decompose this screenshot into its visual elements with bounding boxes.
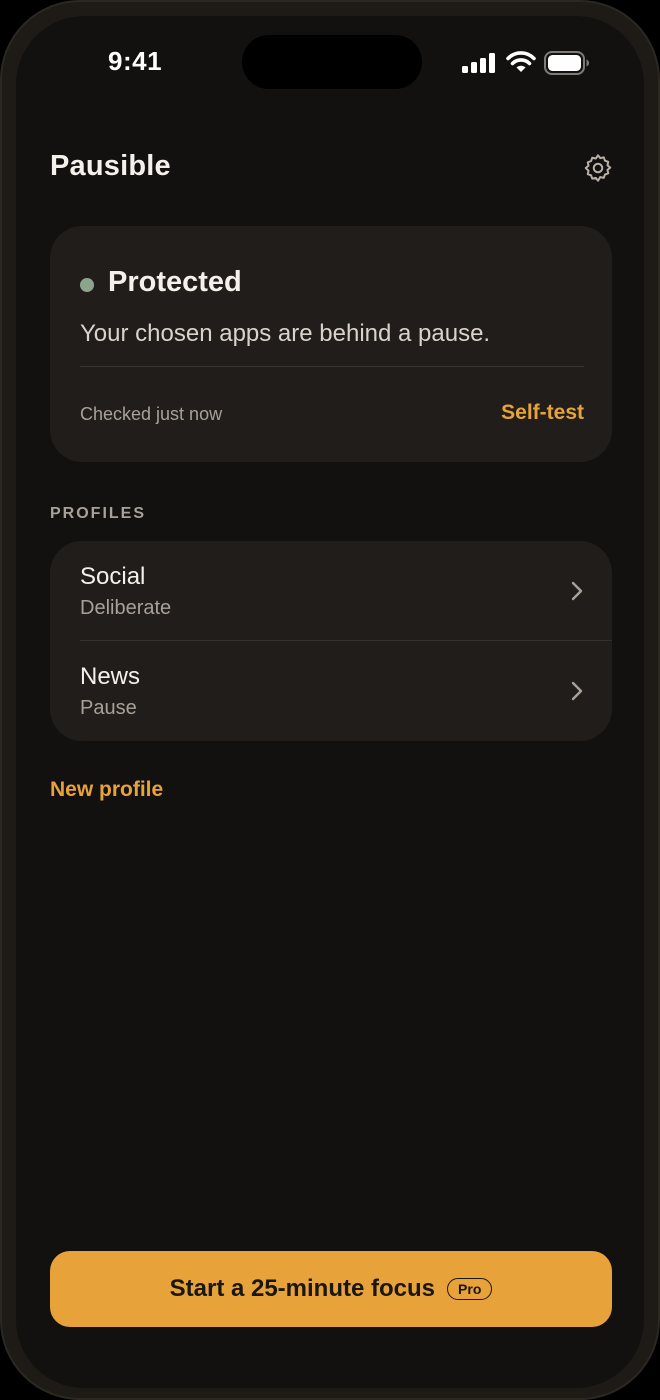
app-screen: 9:41 Pausible Protected Your chosen apps… xyxy=(16,16,644,1388)
device-frame: 9:41 Pausible Protected Your chosen apps… xyxy=(0,0,660,1400)
battery-icon xyxy=(544,51,589,75)
protection-status-card: Protected Your chosen apps are behind a … xyxy=(50,226,612,462)
dynamic-island xyxy=(242,35,422,89)
status-time: 9:41 xyxy=(108,46,163,76)
profile-row-news[interactable]: News Pause xyxy=(50,641,612,741)
last-checked-text: Checked just now xyxy=(80,404,223,424)
focus-button-label: Start a 25-minute focus xyxy=(169,1275,436,1302)
app-title: Pausible xyxy=(50,150,171,182)
self-test-button[interactable]: Self-test xyxy=(501,401,584,425)
signal-icon xyxy=(462,53,495,73)
gear-icon xyxy=(584,154,612,182)
settings-button[interactable] xyxy=(580,150,616,186)
profile-mode: Deliberate xyxy=(80,597,172,619)
pro-badge: Pro xyxy=(447,1278,493,1300)
profiles-list: Social Deliberate News Pause xyxy=(50,541,612,741)
chevron-right-icon xyxy=(571,581,583,601)
profile-name: Social xyxy=(80,563,146,590)
status-indicator-dot xyxy=(80,278,94,292)
protection-status-description: Your chosen apps are behind a pause. xyxy=(80,320,491,347)
protection-status-title: Protected xyxy=(108,266,242,298)
profile-mode: Pause xyxy=(80,697,137,719)
card-divider xyxy=(80,366,584,367)
chevron-right-icon xyxy=(571,681,583,701)
header: Pausible xyxy=(50,136,614,196)
status-icons xyxy=(462,50,592,76)
wifi-icon xyxy=(506,51,536,72)
profiles-section-label: PROFILES xyxy=(50,505,147,522)
start-focus-button[interactable]: Start a 25-minute focus Pro xyxy=(50,1251,612,1327)
new-profile-button[interactable]: New profile xyxy=(50,778,163,802)
profile-row-social[interactable]: Social Deliberate xyxy=(50,541,612,641)
profile-name: News xyxy=(80,663,141,690)
status-bar: 9:41 xyxy=(16,16,644,112)
